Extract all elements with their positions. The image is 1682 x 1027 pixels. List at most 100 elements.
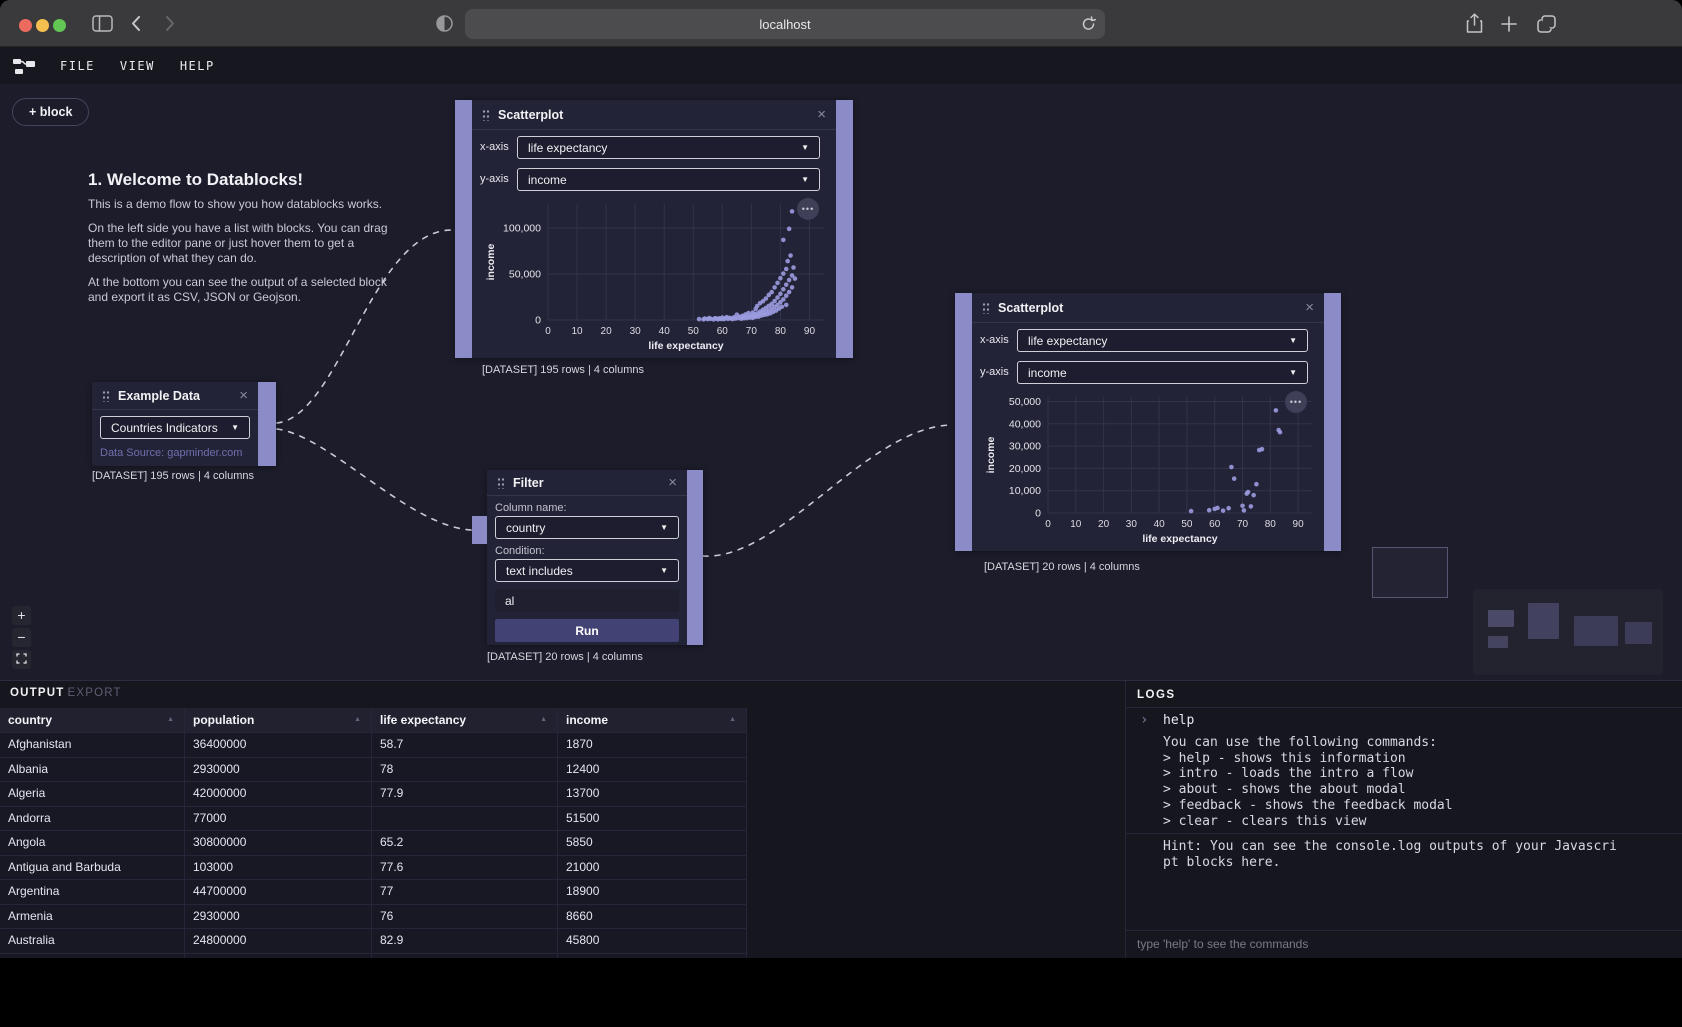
column-header-country[interactable]: country▲	[0, 708, 185, 732]
edge-example-to-filter	[277, 429, 471, 530]
minimize-window-button[interactable]	[36, 19, 49, 32]
datablocks-logo-icon	[13, 55, 35, 76]
svg-text:40,000: 40,000	[1009, 418, 1041, 430]
close-icon[interactable]: ×	[817, 107, 826, 122]
forward-icon[interactable]	[165, 16, 175, 31]
scatterplot-node-1[interactable]: Scatterplot × x-axis life expectancy ▼ y…	[455, 100, 853, 358]
logs-panel: LOGS › help You can use the following co…	[1125, 681, 1682, 958]
flow-canvas[interactable]: + block 1. Welcome to Datablocks! This i…	[0, 84, 1682, 680]
tab-output[interactable]: OUTPUT	[10, 687, 64, 699]
new-tab-icon[interactable]	[1501, 16, 1517, 32]
output-port[interactable]	[258, 382, 276, 466]
drag-handle-icon[interactable]	[497, 477, 505, 489]
output-port[interactable]	[687, 470, 703, 645]
close-icon[interactable]: ×	[668, 475, 677, 490]
table-cell: 8750000	[185, 954, 372, 959]
maximize-window-button[interactable]	[53, 19, 66, 32]
svg-text:0: 0	[1035, 508, 1041, 520]
more-options-button[interactable]: •••	[797, 198, 819, 220]
y-axis-select[interactable]: income ▼	[1017, 361, 1308, 384]
table-cell	[372, 807, 558, 831]
input-port[interactable]	[955, 293, 972, 551]
column-header-life-expectancy[interactable]: life expectancy▲	[372, 708, 558, 732]
svg-text:100,000: 100,000	[503, 222, 541, 234]
table-cell: 51500	[558, 807, 747, 831]
filter-value-input[interactable]	[495, 589, 679, 612]
drag-handle-icon[interactable]	[102, 390, 110, 402]
table-cell: 44700000	[185, 880, 372, 904]
input-port[interactable]	[472, 516, 487, 544]
close-window-button[interactable]	[19, 19, 32, 32]
sidebar-toggle-icon[interactable]	[92, 15, 113, 32]
back-icon[interactable]	[131, 16, 141, 31]
run-button[interactable]: Run	[495, 619, 679, 642]
x-axis-select[interactable]: life expectancy ▼	[1017, 329, 1308, 352]
drag-handle-icon[interactable]	[482, 109, 490, 121]
output-table: country▲population▲life expectancy▲incom…	[0, 708, 747, 958]
zoom-in-button[interactable]: +	[12, 606, 31, 625]
svg-text:life expectancy: life expectancy	[1142, 533, 1217, 545]
table-cell: Angola	[0, 831, 185, 855]
scatterplot-node-2[interactable]: Scatterplot × x-axis life expectancy ▼ y…	[955, 293, 1341, 551]
add-block-button[interactable]: + block	[12, 98, 89, 126]
drag-handle-icon[interactable]	[982, 302, 990, 314]
svg-text:30: 30	[630, 326, 642, 337]
table-row[interactable]: Afghanistan3640000058.71870	[0, 733, 747, 758]
sort-icon[interactable]: ▲	[729, 708, 736, 732]
column-name-label: Column name:	[495, 502, 567, 514]
sort-icon[interactable]: ▲	[354, 708, 361, 732]
menu-view[interactable]: VIEW	[120, 59, 155, 73]
minimap-node-rect	[1528, 603, 1559, 639]
svg-text:0: 0	[535, 315, 541, 327]
table-row[interactable]: Algeria4200000077.913700	[0, 782, 747, 807]
sort-icon[interactable]: ▲	[540, 708, 547, 732]
y-axis-select[interactable]: income ▼	[517, 168, 820, 191]
table-cell: 65.2	[372, 831, 558, 855]
table-row[interactable]: Argentina447000007718900	[0, 880, 747, 905]
close-icon[interactable]: ×	[1305, 300, 1314, 315]
x-axis-select[interactable]: life expectancy ▼	[517, 136, 820, 159]
filter-node[interactable]: Filter × Column name: country ▼ Conditio…	[487, 470, 703, 645]
zoom-out-button[interactable]: −	[12, 628, 31, 647]
menu-help[interactable]: HELP	[180, 59, 215, 73]
output-port[interactable]	[1324, 293, 1341, 551]
table-row[interactable]: Armenia2930000768660	[0, 905, 747, 930]
logs-title: LOGS	[1137, 689, 1176, 701]
close-icon[interactable]: ×	[239, 388, 248, 403]
table-row[interactable]: Andorra7700051500	[0, 807, 747, 832]
privacy-shield-icon[interactable]	[436, 15, 453, 32]
dataset-caption: [DATASET] 195 rows | 4 columns	[482, 364, 644, 376]
minimap[interactable]	[1473, 589, 1663, 675]
column-select[interactable]: country ▼	[495, 516, 679, 539]
more-options-button[interactable]: •••	[1285, 391, 1307, 413]
table-row[interactable]: Antigua and Barbuda10300077.621000	[0, 856, 747, 881]
fit-view-button[interactable]	[12, 650, 31, 669]
divider	[1126, 833, 1682, 834]
menu-file[interactable]: FILE	[60, 59, 95, 73]
output-port[interactable]	[836, 100, 853, 358]
column-header-income[interactable]: income▲	[558, 708, 747, 732]
column-header-population[interactable]: population▲	[185, 708, 372, 732]
share-icon[interactable]	[1466, 13, 1483, 34]
condition-select[interactable]: text includes ▼	[495, 559, 679, 582]
reload-icon[interactable]	[1081, 16, 1096, 32]
table-row[interactable]: Austria875000081.844600	[0, 954, 747, 959]
table-cell: Argentina	[0, 880, 185, 904]
input-port[interactable]	[455, 100, 472, 358]
url-bar[interactable]: localhost	[465, 9, 1105, 39]
svg-text:0: 0	[545, 326, 551, 337]
log-line: You can use the following commands:	[1163, 735, 1453, 751]
table-cell: 77	[372, 880, 558, 904]
example-data-node[interactable]: Example Data × Countries Indicators ▼ Da…	[92, 382, 276, 466]
table-row[interactable]: Albania29300007812400	[0, 758, 747, 783]
dataset-select[interactable]: Countries Indicators ▼	[100, 416, 250, 439]
logs-command-input[interactable]: type 'help' to see the commands	[1126, 930, 1682, 958]
tab-overview-icon[interactable]	[1537, 15, 1556, 33]
table-cell: 81.8	[372, 954, 558, 959]
tab-export[interactable]: EXPORT	[67, 687, 121, 699]
svg-text:10,000: 10,000	[1009, 485, 1041, 497]
sort-icon[interactable]: ▲	[167, 708, 174, 732]
table-cell: 8660	[558, 905, 747, 929]
table-row[interactable]: Angola3080000065.25850	[0, 831, 747, 856]
table-row[interactable]: Australia2480000082.945800	[0, 929, 747, 954]
